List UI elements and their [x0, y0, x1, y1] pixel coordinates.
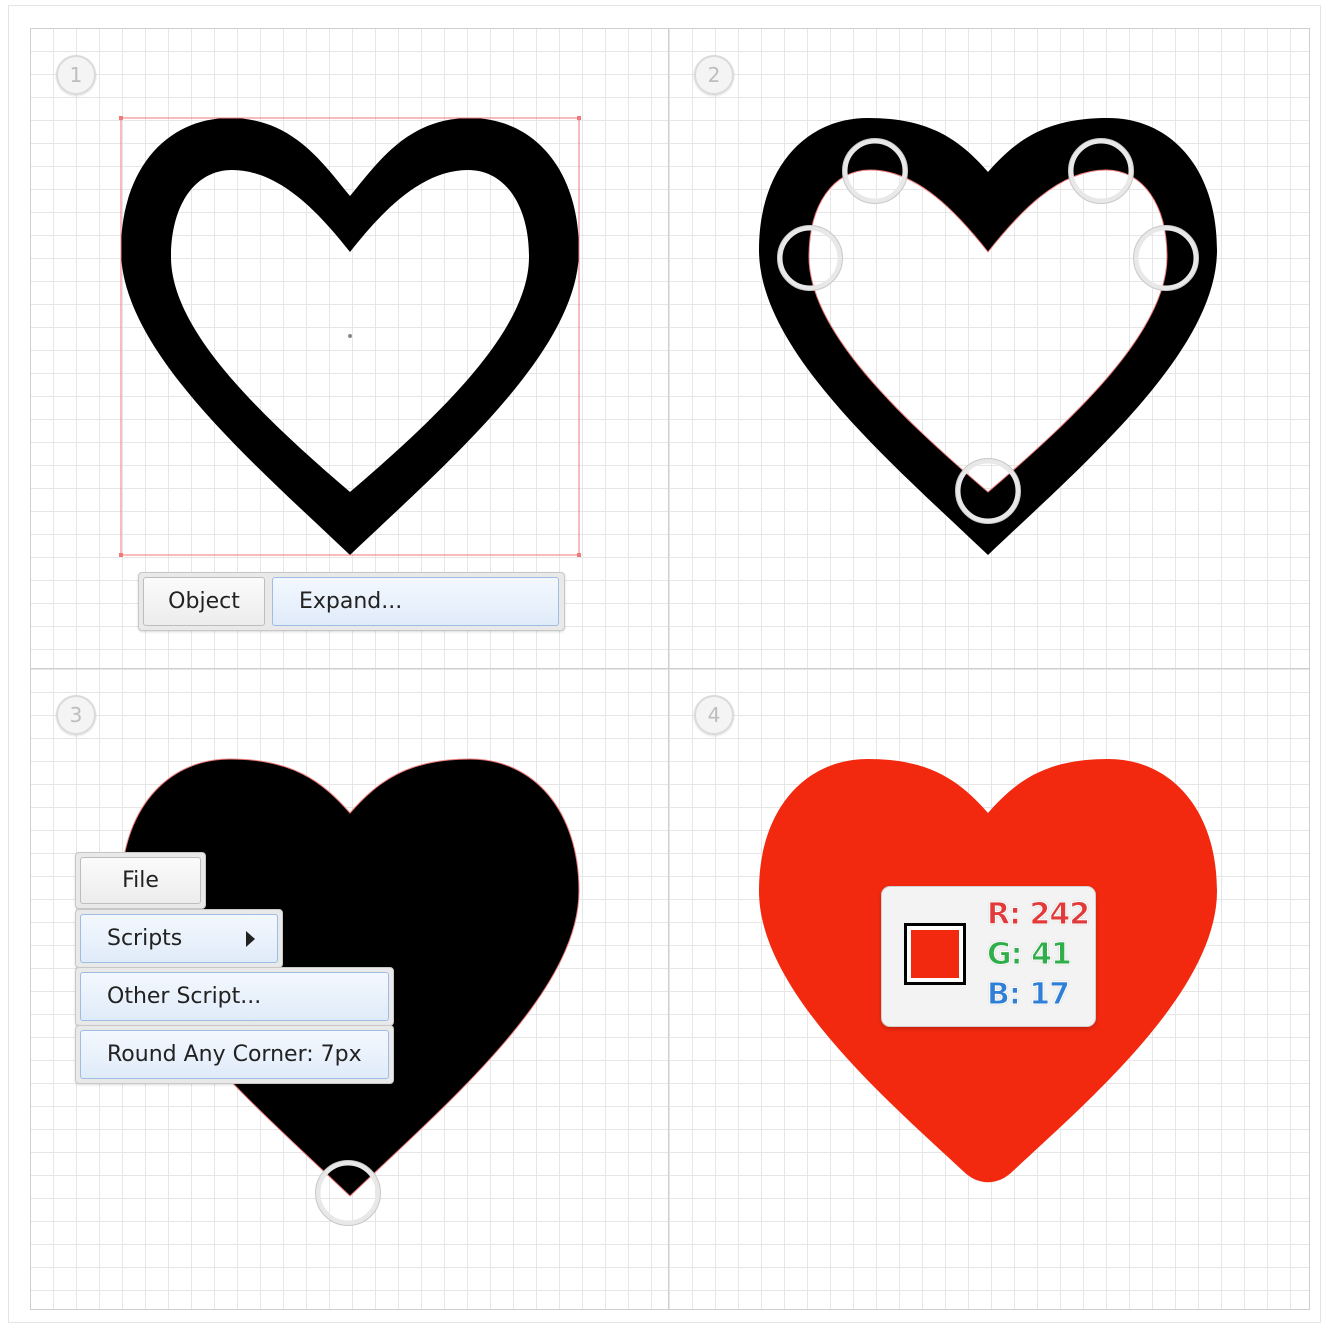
center-point [348, 334, 352, 338]
menu-other-script-label: Other Script... [107, 984, 262, 1009]
menu-scripts-label: Scripts [107, 926, 183, 951]
menu-expand-label: Expand... [299, 589, 403, 614]
menu-object[interactable]: Object [143, 577, 265, 626]
step1-heart-outline [119, 116, 581, 557]
rgb-b-value: B: 17 [986, 977, 1070, 1013]
menu-file-label: File [122, 868, 159, 893]
color-info-box: R: 242 G: 41 B: 17 [881, 886, 1096, 1027]
menu-round-any-corner-label: Round Any Corner: 7px [107, 1042, 362, 1067]
color-swatch-fill [911, 930, 959, 978]
menu-object-label: Object [168, 589, 240, 614]
step-number-1: 1 [56, 55, 96, 95]
step-number-3: 3 [56, 695, 96, 735]
step2-heart-expanded [759, 118, 1217, 555]
menu-scripts[interactable]: Scripts [80, 914, 278, 963]
color-swatch [904, 923, 966, 985]
menu-round-any-corner[interactable]: Round Any Corner: 7px [80, 1030, 389, 1079]
rgb-g-value: G: 41 [987, 937, 1073, 973]
menu-file[interactable]: File [80, 857, 201, 904]
step-number-4: 4 [694, 695, 734, 735]
artwork-layer [119, 116, 1217, 1226]
rgb-r-value: R: 242 [986, 897, 1090, 933]
menu-other-script[interactable]: Other Script... [80, 972, 389, 1021]
submenu-arrow-icon [246, 930, 255, 947]
menu-expand[interactable]: Expand... [272, 577, 559, 626]
step-number-2: 2 [694, 55, 734, 95]
